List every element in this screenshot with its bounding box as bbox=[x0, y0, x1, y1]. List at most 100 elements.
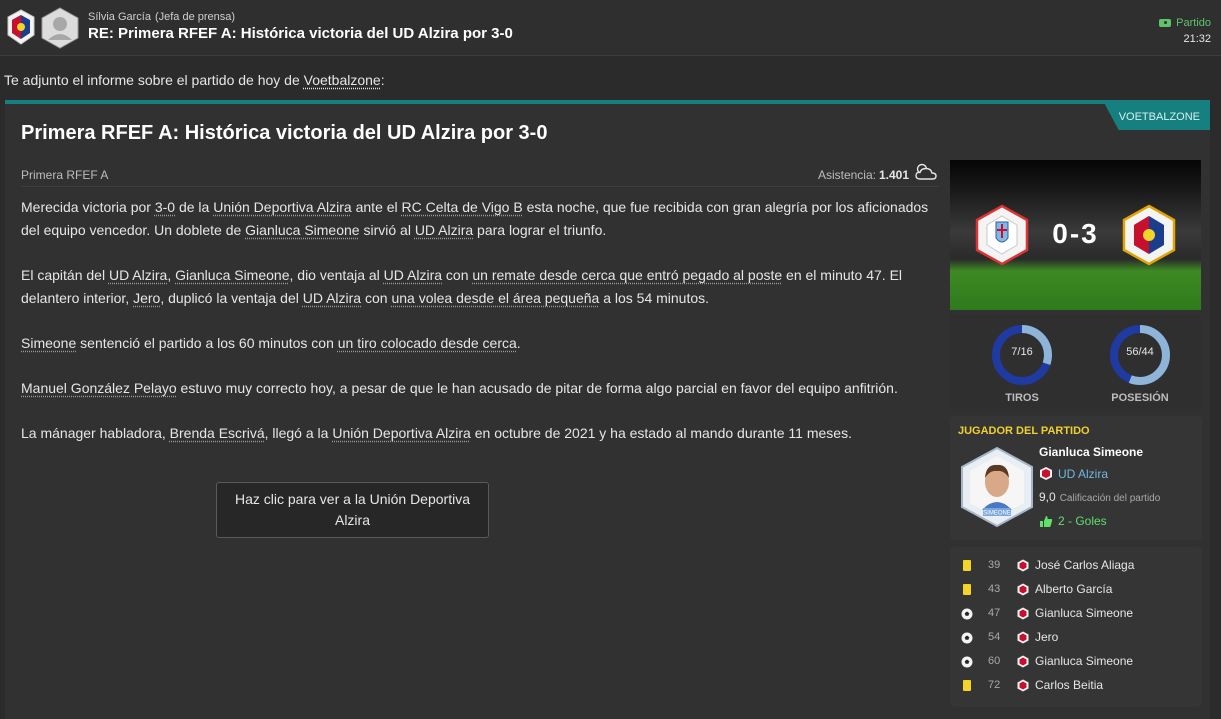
event-row[interactable]: 39 José Carlos Aliaga bbox=[950, 554, 1202, 578]
club-crest-icon bbox=[1017, 655, 1029, 668]
shirt-name: SIMEONE bbox=[983, 511, 1011, 517]
club-crest-icon bbox=[1017, 583, 1029, 596]
player-of-match-card[interactable]: JUGADOR DEL PARTIDO SIMEONE Gianluca Sim… bbox=[950, 416, 1202, 540]
article-body: Merecida victoria por 3-0 de la Unión De… bbox=[21, 196, 939, 467]
view-club-button[interactable]: Haz clic para ver a la Unión Deportiva A… bbox=[216, 482, 489, 538]
category-label: Partido bbox=[1176, 17, 1211, 29]
event-player[interactable]: Gianluca Simeone bbox=[1035, 654, 1133, 668]
club-crest-icon bbox=[6, 9, 36, 45]
club-crest-icon bbox=[1017, 607, 1029, 620]
goal-highlight-link[interactable]: un tiro colocado desde cerca bbox=[338, 335, 517, 351]
event-minute: 60 bbox=[988, 655, 1000, 667]
club-link[interactable]: Unión Deportiva Alzira bbox=[213, 199, 352, 215]
player-link[interactable]: Gianluca Simeone bbox=[245, 222, 359, 238]
event-row[interactable]: 60 Gianluca Simeone bbox=[950, 650, 1202, 674]
sender-role: (Jefa de prensa) bbox=[155, 11, 235, 23]
club-crest-icon bbox=[1039, 466, 1053, 481]
club-crest-icon bbox=[1017, 679, 1029, 692]
event-minute: 47 bbox=[988, 607, 1000, 619]
message-category: Partido bbox=[1159, 17, 1211, 29]
alzira-crest-icon bbox=[1121, 204, 1177, 266]
sender-avatar[interactable] bbox=[38, 6, 82, 50]
motm-club-name: UD Alzira bbox=[1058, 467, 1108, 481]
article-headline: Primera RFEF A: Histórica victoria del U… bbox=[21, 122, 547, 145]
paragraph-3: Simeone sentenció el partido a los 60 mi… bbox=[21, 332, 939, 355]
motm-player-name[interactable]: Gianluca Simeone bbox=[1039, 445, 1143, 459]
goals-label: 2 - Goles bbox=[1058, 514, 1107, 528]
attendance-label: Asistencia: bbox=[818, 168, 876, 182]
paragraph-5: La mánager habladora, Brenda Escrivá, ll… bbox=[21, 422, 939, 445]
sender-name[interactable]: Sílvia García bbox=[88, 11, 151, 23]
message-subject: RE: Primera RFEF A: Histórica victoria d… bbox=[88, 25, 513, 42]
partly-cloudy-icon bbox=[913, 162, 939, 182]
club-link[interactable]: UD Alzira bbox=[109, 267, 167, 283]
player-link[interactable]: Jero bbox=[133, 290, 160, 306]
possession-label: POSESIÓN bbox=[1095, 392, 1185, 404]
event-row[interactable]: 72 Carlos Beitia bbox=[950, 674, 1202, 698]
club-link[interactable]: RC Celta de Vigo B bbox=[402, 199, 523, 215]
event-row[interactable]: 47 Gianluca Simeone bbox=[950, 602, 1202, 626]
rating-label: Calificación del partido bbox=[1060, 493, 1161, 504]
intro-text: Te adjunto el informe sobre el partido d… bbox=[4, 72, 304, 88]
referee-link[interactable]: Manuel González Pelayo bbox=[21, 380, 177, 396]
paragraph-4: Manuel González Pelayo estuvo muy correc… bbox=[21, 377, 939, 400]
motm-rating: 9,0 Calificación del partido bbox=[1039, 490, 1160, 504]
paragraph-1: Merecida victoria por 3-0 de la Unión De… bbox=[21, 196, 939, 242]
possession-ring: 56/44 bbox=[1109, 324, 1171, 386]
match-events: 39 José Carlos Aliaga 43 Alberto García 47… bbox=[950, 547, 1202, 707]
event-minute: 43 bbox=[988, 583, 1000, 595]
intro-suffix: : bbox=[381, 72, 385, 88]
motm-goals: 2 - Goles bbox=[1039, 514, 1107, 528]
attendance-value: 1.401 bbox=[879, 168, 909, 182]
goal-ball-icon bbox=[961, 632, 973, 644]
yellow-card-icon bbox=[961, 680, 973, 692]
motm-club[interactable]: UD Alzira bbox=[1039, 466, 1108, 481]
message-time: 21:32 bbox=[1183, 33, 1211, 45]
shots-label: TIROS bbox=[977, 392, 1067, 404]
article-card: VOETBALZONE Primera RFEF A: Histórica vi… bbox=[5, 100, 1210, 719]
goal-highlight-link[interactable]: una volea desde el área pequeña bbox=[391, 290, 599, 306]
goal-highlight-link[interactable]: un remate desde cerca que entró pegado a… bbox=[472, 267, 782, 283]
article-meta: Primera RFEF A Asistencia: 1.401 bbox=[21, 160, 939, 187]
competition-label[interactable]: Primera RFEF A bbox=[21, 168, 108, 182]
message-header: Sílvia García (Jefa de prensa) RE: Primer… bbox=[0, 0, 1221, 56]
match-scoreboard[interactable]: 0-3 bbox=[950, 160, 1201, 310]
motm-title: JUGADOR DEL PARTIDO bbox=[958, 425, 1090, 437]
rating-value: 9,0 bbox=[1039, 490, 1056, 504]
thumbs-up-icon bbox=[1039, 515, 1053, 528]
possession-value: 56/44 bbox=[1109, 346, 1171, 358]
event-minute: 72 bbox=[988, 679, 1000, 691]
attendance: Asistencia: 1.401 bbox=[818, 168, 909, 182]
sender-line: Sílvia García (Jefa de prensa) bbox=[88, 11, 235, 23]
club-link[interactable]: UD Alzira bbox=[303, 290, 361, 306]
yellow-card-icon bbox=[961, 560, 973, 572]
club-crest-icon bbox=[1017, 559, 1029, 572]
score-link[interactable]: 3-0 bbox=[155, 199, 175, 215]
shots-value: 7/16 bbox=[991, 346, 1053, 358]
message-intro: Te adjunto el informe sobre el partido d… bbox=[4, 72, 385, 88]
goal-ball-icon bbox=[961, 608, 973, 620]
event-minute: 54 bbox=[988, 631, 1000, 643]
player-link[interactable]: Gianluca Simeone bbox=[175, 267, 289, 283]
ticket-icon bbox=[1159, 19, 1171, 27]
player-portrait[interactable]: SIMEONE bbox=[958, 446, 1036, 528]
shots-ring: 7/16 bbox=[991, 324, 1053, 386]
paragraph-2: El capitán del UD Alzira, Gianluca Simeo… bbox=[21, 264, 939, 310]
event-player[interactable]: Jero bbox=[1035, 630, 1058, 644]
event-player[interactable]: José Carlos Aliaga bbox=[1035, 558, 1134, 572]
player-link[interactable]: Simeone bbox=[21, 335, 76, 351]
manager-link[interactable]: Brenda Escrivá bbox=[170, 425, 265, 441]
event-row[interactable]: 43 Alberto García bbox=[950, 578, 1202, 602]
yellow-card-icon bbox=[961, 584, 973, 596]
club-crest-icon bbox=[1017, 631, 1029, 644]
event-player[interactable]: Carlos Beitia bbox=[1035, 678, 1103, 692]
match-stats: 7/16 TIROS 56/44 POSESIÓN bbox=[950, 314, 1201, 409]
club-link[interactable]: UD Alzira bbox=[384, 267, 442, 283]
source-link[interactable]: Voetbalzone bbox=[304, 72, 381, 88]
club-link[interactable]: UD Alzira bbox=[415, 222, 473, 238]
event-player[interactable]: Gianluca Simeone bbox=[1035, 606, 1133, 620]
event-row[interactable]: 54 Jero bbox=[950, 626, 1202, 650]
event-player[interactable]: Alberto García bbox=[1035, 582, 1112, 596]
club-link[interactable]: Unión Deportiva Alzira bbox=[332, 425, 471, 441]
source-tab: VOETBALZONE bbox=[1105, 104, 1210, 130]
